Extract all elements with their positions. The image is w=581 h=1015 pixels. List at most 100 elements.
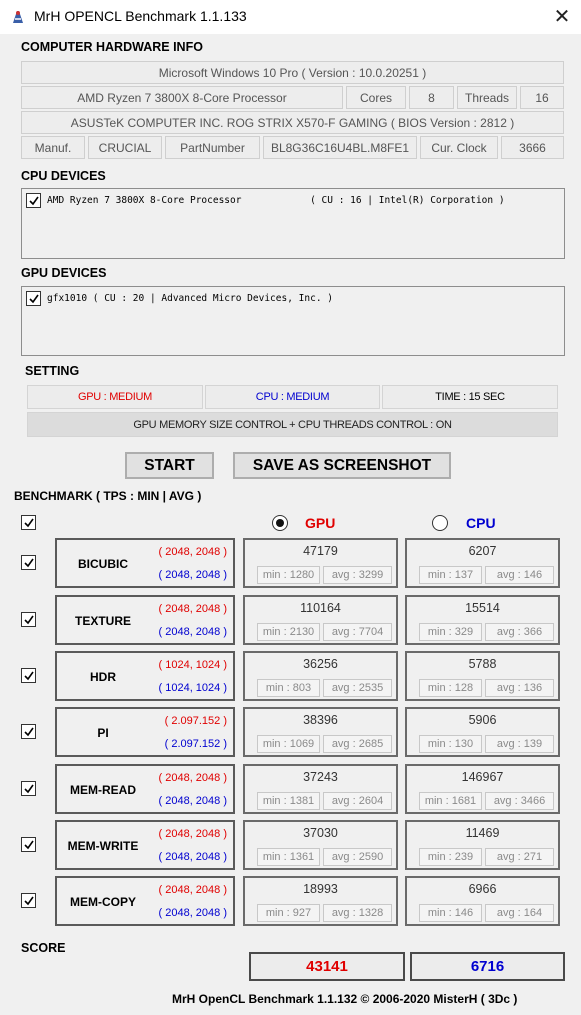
cores-value: 8	[409, 86, 454, 109]
cpu-size: ( 2048, 2048 )	[158, 907, 228, 919]
benchmark-test-box: MEM-WRITE ( 2048, 2048 ) ( 2048, 2048 )	[55, 820, 235, 870]
gpu-devices-heading: GPU DEVICES	[21, 266, 107, 280]
cpu-size: ( 2048, 2048 )	[158, 626, 228, 638]
cpu-result-min: min : 329	[419, 623, 482, 641]
gpu-result-min: min : 1381	[257, 792, 320, 810]
gpu-radio[interactable]	[272, 515, 288, 531]
gpu-result-avg: avg : 2685	[323, 735, 392, 753]
cpu-result-min: min : 239	[419, 848, 482, 866]
cpu-size: ( 2048, 2048 )	[158, 851, 228, 863]
cpu-size: ( 1024, 1024 )	[158, 682, 228, 694]
benchmark-checkbox[interactable]	[21, 612, 36, 627]
gpu-result-box: 38396 min : 1069 avg : 2685	[243, 707, 398, 757]
gpu-size: ( 2048, 2048 )	[158, 772, 228, 784]
benchmark-test-box: HDR ( 1024, 1024 ) ( 1024, 1024 )	[55, 651, 235, 701]
cpu-score: 6716	[410, 952, 565, 981]
gpu-result-avg: avg : 2535	[323, 679, 392, 697]
gpu-size: ( 2.097.152 )	[164, 715, 227, 727]
gpu-size: ( 2048, 2048 )	[158, 828, 228, 840]
cpu-result-avg: avg : 146	[485, 566, 554, 584]
cpu-device-item: AMD Ryzen 7 3800X 8-Core Processor ( CU …	[47, 195, 505, 206]
manuf-value: CRUCIAL	[88, 136, 162, 159]
cpu-device-checkbox[interactable]	[26, 193, 41, 208]
cpu-result-avg: avg : 139	[485, 735, 554, 753]
cpu-result-score: 11469	[465, 826, 500, 840]
cpu-result-box: 146967 min : 1681 avg : 3466	[405, 764, 560, 814]
benchmark-checkbox[interactable]	[21, 893, 36, 908]
cpu-result-box: 6207 min : 137 avg : 146	[405, 538, 560, 588]
gpu-result-box: 37030 min : 1361 avg : 2590	[243, 820, 398, 870]
gpu-device-item: gfx1010 ( CU : 20 | Advanced Micro Devic…	[47, 293, 333, 304]
cpu-result-box: 15514 min : 329 avg : 366	[405, 595, 560, 645]
benchmark-test-box: BICUBIC ( 2048, 2048 ) ( 2048, 2048 )	[55, 538, 235, 588]
cpu-result-avg: avg : 3466	[485, 792, 554, 810]
part-value: BL8G36C16U4BL.M8FE1	[263, 136, 417, 159]
cpu-radio-label: CPU	[466, 515, 496, 531]
benchmark-checkbox[interactable]	[21, 837, 36, 852]
cpu-result-score: 5906	[468, 713, 497, 727]
threads-label: Threads	[457, 86, 517, 109]
cpu-result-score: 6966	[468, 882, 497, 896]
gpu-setting[interactable]: GPU : MEDIUM	[27, 385, 203, 409]
cores-label: Cores	[346, 86, 406, 109]
cpu-result-box: 11469 min : 239 avg : 271	[405, 820, 560, 870]
app-icon	[10, 9, 26, 25]
gpu-size: ( 2048, 2048 )	[158, 884, 228, 896]
benchmark-test-box: MEM-COPY ( 2048, 2048 ) ( 2048, 2048 )	[55, 876, 235, 926]
gpu-size: ( 2048, 2048 )	[158, 603, 228, 615]
benchmark-name: TEXTURE	[74, 614, 131, 628]
cpu-result-min: min : 137	[419, 566, 482, 584]
gpu-result-min: min : 803	[257, 679, 320, 697]
cpu-result-avg: avg : 271	[485, 848, 554, 866]
hardware-heading: COMPUTER HARDWARE INFO	[21, 40, 203, 54]
threads-value: 16	[520, 86, 564, 109]
cpu-result-min: min : 1681	[419, 792, 482, 810]
gpu-result-box: 37243 min : 1381 avg : 2604	[243, 764, 398, 814]
benchmark-checkbox[interactable]	[21, 781, 36, 796]
benchmark-checkbox[interactable]	[21, 668, 36, 683]
gpu-result-score: 47179	[303, 544, 338, 558]
cpu-setting[interactable]: CPU : MEDIUM	[205, 385, 380, 409]
gpu-result-box: 110164 min : 2130 avg : 7704	[243, 595, 398, 645]
cpu-result-score: 6207	[468, 544, 497, 558]
start-button[interactable]: START	[125, 452, 214, 479]
cpu-result-avg: avg : 136	[485, 679, 554, 697]
gpu-result-min: min : 1280	[257, 566, 320, 584]
cpu-result-min: min : 146	[419, 904, 482, 922]
setting-heading: SETTING	[25, 364, 80, 378]
gpu-result-avg: avg : 1328	[323, 904, 392, 922]
select-all-checkbox[interactable]	[21, 515, 36, 530]
benchmark-heading: BENCHMARK ( TPS : MIN | AVG )	[14, 489, 202, 503]
cpu-result-box: 5788 min : 128 avg : 136	[405, 651, 560, 701]
benchmark-name: HDR	[90, 670, 116, 684]
gpu-result-min: min : 927	[257, 904, 320, 922]
gpu-result-avg: avg : 3299	[323, 566, 392, 584]
cpu-size: ( 2.097.152 )	[164, 738, 227, 750]
cpu-radio[interactable]	[432, 515, 448, 531]
gpu-result-score: 38396	[303, 713, 338, 727]
benchmark-checkbox[interactable]	[21, 724, 36, 739]
time-setting[interactable]: TIME : 15 SEC	[382, 385, 558, 409]
gpu-result-score: 110164	[300, 601, 341, 615]
benchmark-test-box: MEM-READ ( 2048, 2048 ) ( 2048, 2048 )	[55, 764, 235, 814]
gpu-result-score: 37030	[303, 826, 338, 840]
cpu-result-box: 6966 min : 146 avg : 164	[405, 876, 560, 926]
cpu-result-avg: avg : 366	[485, 623, 554, 641]
cpu-result-score: 146967	[461, 770, 504, 784]
close-icon[interactable]: ✕	[548, 5, 576, 29]
benchmark-test-box: PI ( 2.097.152 ) ( 2.097.152 )	[55, 707, 235, 757]
cpu-result-score: 15514	[465, 601, 500, 615]
gpu-size: ( 1024, 1024 )	[158, 659, 228, 671]
gpu-result-box: 47179 min : 1280 avg : 3299	[243, 538, 398, 588]
gpu-result-min: min : 1069	[257, 735, 320, 753]
benchmark-checkbox[interactable]	[21, 555, 36, 570]
os-info: Microsoft Windows 10 Pro ( Version : 10.…	[21, 61, 564, 84]
footer-credits: MrH OpenCL Benchmark 1.1.132 © 2006-2020…	[172, 992, 518, 1006]
cpu-size: ( 2048, 2048 )	[158, 569, 228, 581]
save-screenshot-button[interactable]: SAVE AS SCREENSHOT	[233, 452, 451, 479]
gpu-device-checkbox[interactable]	[26, 291, 41, 306]
benchmark-name: MEM-READ	[70, 783, 136, 797]
memory-control-setting[interactable]: GPU MEMORY SIZE CONTROL + CPU THREADS CO…	[27, 412, 558, 437]
gpu-radio-label: GPU	[305, 515, 336, 531]
cpu-result-score: 5788	[468, 657, 497, 671]
